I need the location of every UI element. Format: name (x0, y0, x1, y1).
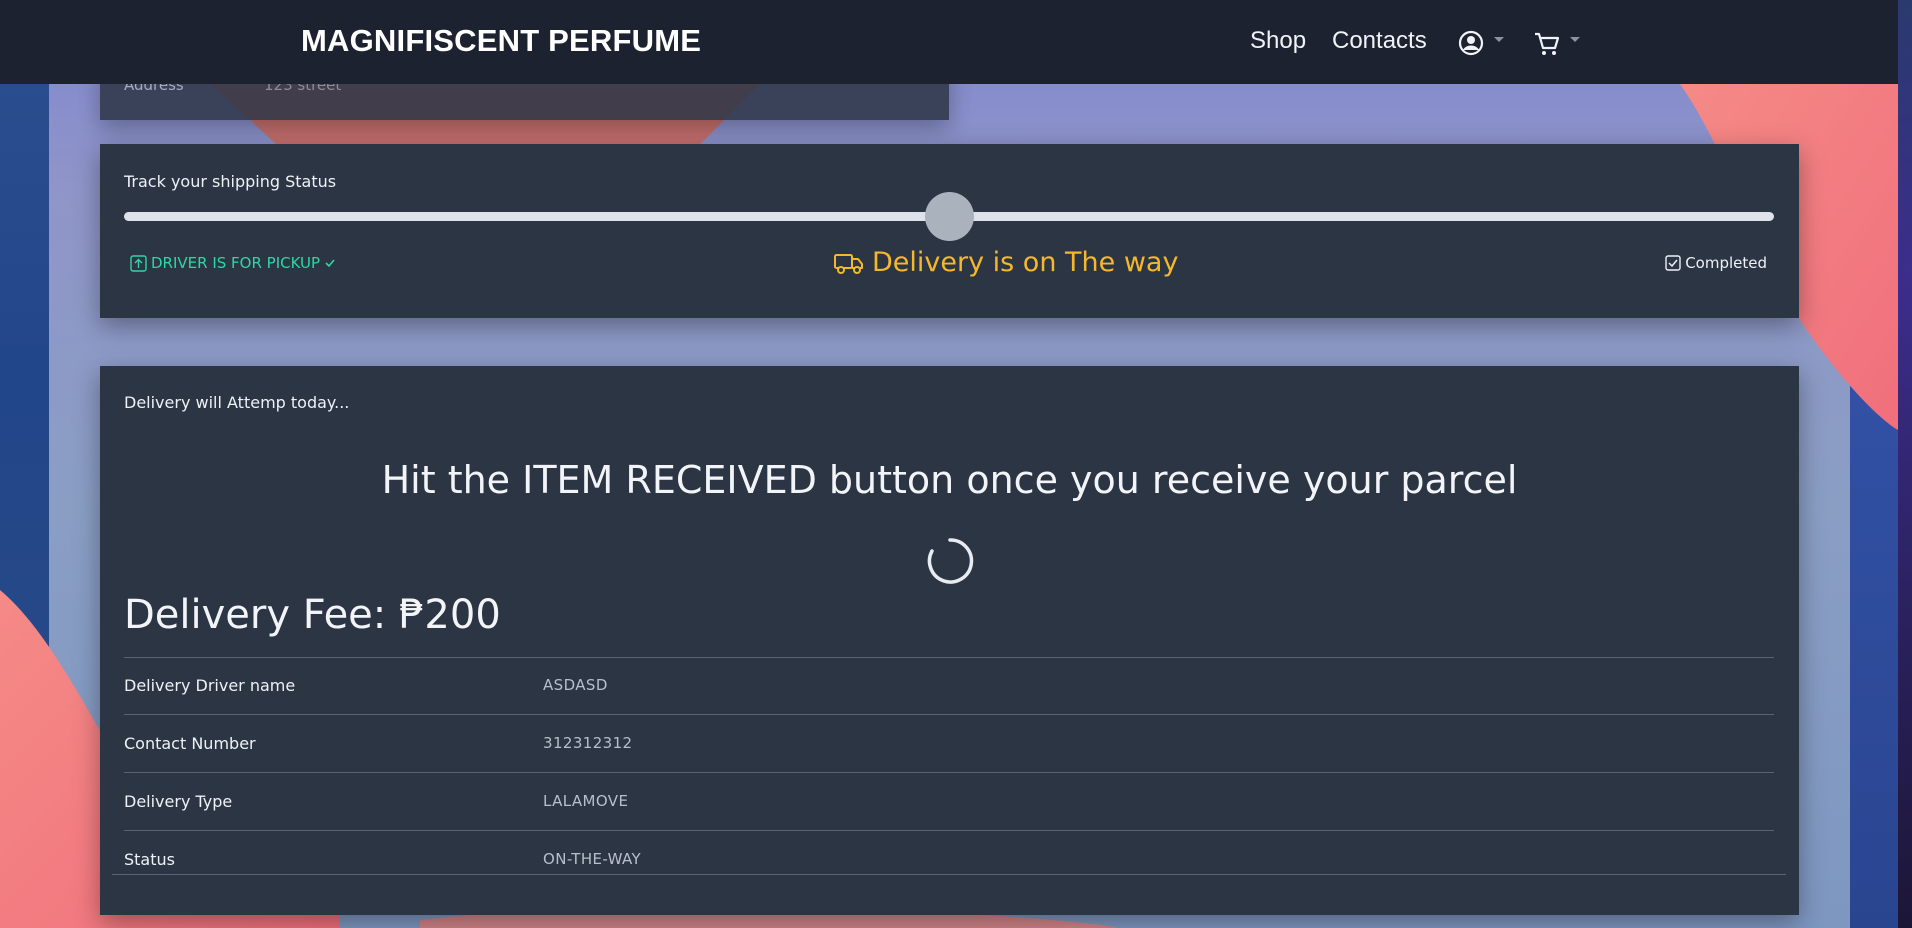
brand-logo-text[interactable]: MAGNIFISCENT PERFUME (301, 23, 701, 59)
row-label: Delivery Type (124, 792, 233, 811)
row-label: Delivery Driver name (124, 676, 296, 695)
step-on-the-way: Delivery is on The way (834, 247, 1178, 278)
loading-spinner-icon (927, 538, 974, 584)
table-row-contact-number: Contact Number 312312312 (124, 715, 1774, 773)
cart-icon (1535, 32, 1580, 55)
delivery-attempt-text: Delivery will Attemp today... (124, 393, 350, 412)
row-value: 312312312 (543, 734, 633, 752)
step-completed: Completed (1665, 254, 1767, 272)
delivery-fee: Delivery Fee: ₱200 (124, 592, 501, 638)
table-row-driver-name: Delivery Driver name ASDASD (124, 657, 1774, 715)
row-value: LALAMOVE (543, 792, 629, 810)
check-icon (325, 259, 335, 268)
step-on-the-way-label: Delivery is on The way (872, 247, 1179, 278)
truck-icon (834, 253, 863, 274)
table-row-delivery-type: Delivery Type LALAMOVE (124, 773, 1774, 831)
table-row-status: Status ON-THE-WAY (124, 831, 1774, 889)
check-square-icon (1665, 255, 1681, 271)
tracker-title: Track your shipping Status (124, 172, 337, 191)
row-label: Status (124, 850, 175, 869)
user-circle-icon (1458, 30, 1504, 56)
delivery-details-card: Delivery will Attemp today... Hit the IT… (100, 366, 1799, 915)
top-navbar: MAGNIFISCENT PERFUME Shop Contacts (0, 0, 1898, 84)
step-driver-pickup-label: DRIVER IS FOR PICKUP (151, 254, 321, 272)
shipping-tracker-card: Track your shipping Status DRIVER IS FOR… (100, 144, 1799, 318)
step-driver-pickup: DRIVER IS FOR PICKUP (130, 254, 336, 272)
cart-menu-toggle[interactable] (1533, 29, 1585, 61)
row-value: ON-THE-WAY (543, 850, 642, 868)
row-value: ASDASD (543, 676, 608, 694)
step-completed-label: Completed (1685, 254, 1767, 272)
arrow-up-square-icon (130, 254, 147, 272)
row-label: Contact Number (124, 734, 256, 753)
user-menu-toggle[interactable] (1458, 29, 1508, 61)
item-received-instruction: Hit the ITEM RECEIVED button once you re… (381, 458, 1518, 502)
nav-link-shop[interactable]: Shop (1250, 27, 1306, 55)
shipping-progress-knob[interactable] (924, 192, 974, 241)
nav-link-contacts[interactable]: Contacts (1332, 27, 1427, 55)
divider (112, 874, 1786, 875)
